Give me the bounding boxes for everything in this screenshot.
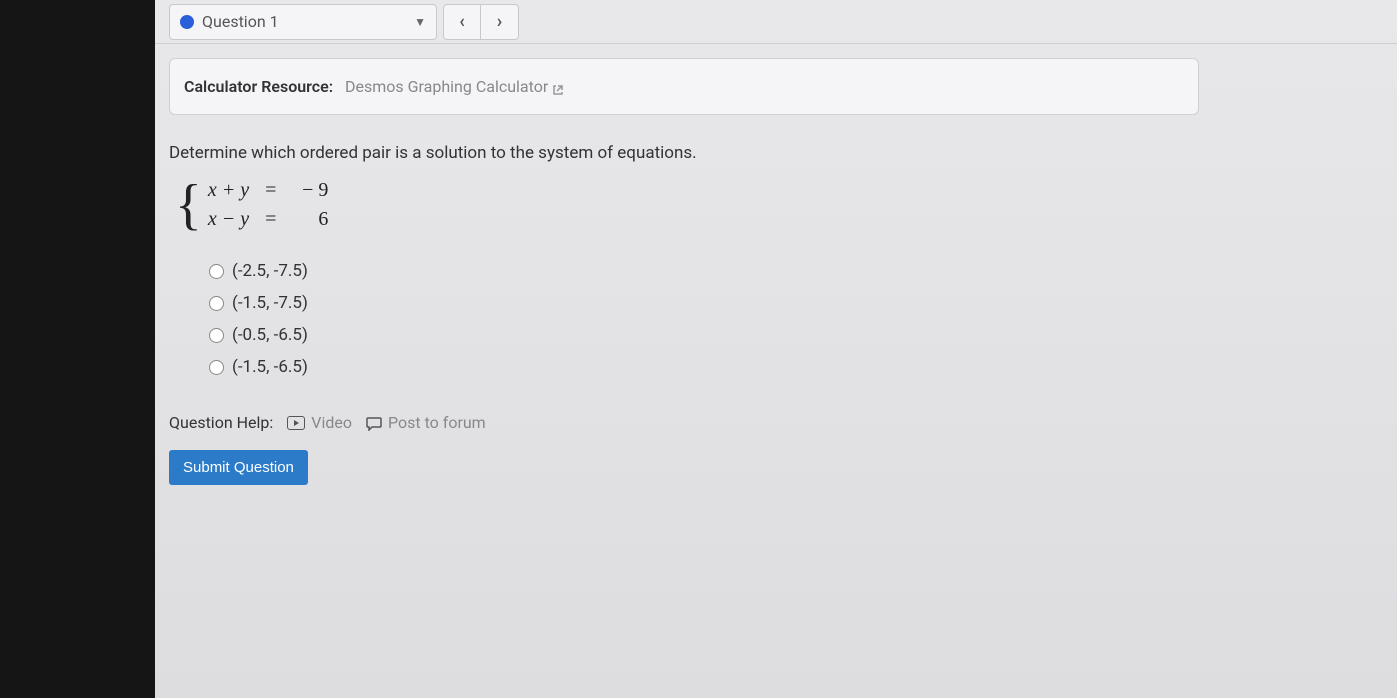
equation-system: { x + y = − 9 x − y = 6 xyxy=(175,177,1383,233)
prev-question-button[interactable]: ‹ xyxy=(443,4,481,40)
eq2-lhs: x − y xyxy=(208,208,249,231)
radio-icon xyxy=(209,264,224,279)
eq2-op: = xyxy=(265,208,276,231)
forum-help-text: Post to forum xyxy=(388,413,486,432)
forum-help-link[interactable]: Post to forum xyxy=(366,413,486,432)
eq1-rhs: − 9 xyxy=(292,179,328,202)
choice-3[interactable]: (-0.5, -6.5) xyxy=(209,325,1383,345)
left-brace-icon: { xyxy=(175,177,202,233)
choice-2-label: (-1.5, -7.5) xyxy=(232,293,308,313)
submit-question-button[interactable]: Submit Question xyxy=(169,450,308,485)
status-dot-icon xyxy=(180,15,194,29)
resource-label: Calculator Resource: xyxy=(184,77,333,96)
question-nav-bar: Question 1 ▼ ‹ › xyxy=(155,0,1397,44)
chevron-left-icon: ‹ xyxy=(459,11,465,32)
speech-bubble-icon xyxy=(366,416,382,430)
chevron-down-icon: ▼ xyxy=(414,15,426,29)
left-dark-panel xyxy=(0,0,155,698)
next-question-button[interactable]: › xyxy=(481,4,519,40)
calculator-resource-box: Calculator Resource: Desmos Graphing Cal… xyxy=(169,58,1199,115)
question-prompt: Determine which ordered pair is a soluti… xyxy=(169,143,1383,163)
eq2-rhs: 6 xyxy=(292,208,328,231)
video-help-text: Video xyxy=(311,413,352,432)
help-label: Question Help: xyxy=(169,413,273,432)
external-link-icon xyxy=(552,81,564,93)
question-number-label: Question 1 xyxy=(202,12,279,31)
question-content: Calculator Resource: Desmos Graphing Cal… xyxy=(155,44,1397,499)
desmos-link-text: Desmos Graphing Calculator xyxy=(345,77,548,96)
answer-choices: (-2.5, -7.5) (-1.5, -7.5) (-0.5, -6.5) (… xyxy=(209,261,1383,377)
question-dropdown[interactable]: Question 1 ▼ xyxy=(169,4,437,40)
video-play-icon xyxy=(287,416,305,430)
question-help-row: Question Help: Video Post to forum xyxy=(169,413,1383,432)
main-content-area: Question 1 ▼ ‹ › Calculator Resource: De… xyxy=(155,0,1397,698)
eq1-op: = xyxy=(265,179,276,202)
choice-1-label: (-2.5, -7.5) xyxy=(232,261,308,281)
radio-icon xyxy=(209,360,224,375)
choice-1[interactable]: (-2.5, -7.5) xyxy=(209,261,1383,281)
video-help-link[interactable]: Video xyxy=(287,413,352,432)
choice-4[interactable]: (-1.5, -6.5) xyxy=(209,357,1383,377)
choice-2[interactable]: (-1.5, -7.5) xyxy=(209,293,1383,313)
desmos-link[interactable]: Desmos Graphing Calculator xyxy=(345,77,564,96)
radio-icon xyxy=(209,328,224,343)
choice-3-label: (-0.5, -6.5) xyxy=(232,325,308,345)
radio-icon xyxy=(209,296,224,311)
choice-4-label: (-1.5, -6.5) xyxy=(232,357,308,377)
chevron-right-icon: › xyxy=(497,11,502,32)
eq1-lhs: x + y xyxy=(208,179,249,202)
